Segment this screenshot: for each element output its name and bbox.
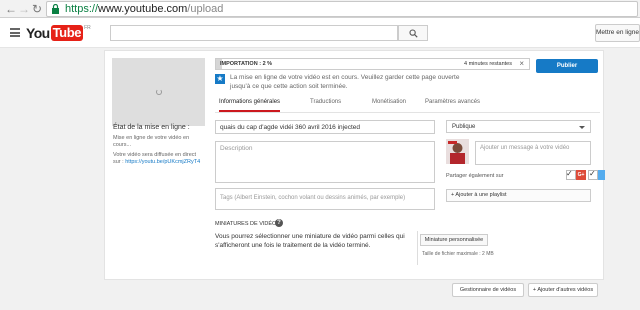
privacy-select[interactable]: Publique: [446, 120, 591, 133]
tab-translations[interactable]: Traductions: [310, 99, 341, 112]
help-icon[interactable]: ?: [275, 219, 283, 227]
search-input[interactable]: [110, 25, 398, 41]
thumbnails-text: Vous pourrez sélectionner une miniature …: [215, 233, 415, 250]
thumbnails-text-line: s'afficheront une fois le traitement de …: [215, 241, 371, 249]
title-input[interactable]: quais du cap d'agde vidéi 360 avril 2016…: [215, 120, 435, 134]
thumbnails-title: MINIATURES DE VIDÉO: [215, 221, 277, 227]
add-to-playlist-button[interactable]: + Ajouter à une playlist: [446, 189, 591, 202]
reload-icon[interactable]: ↻: [30, 2, 44, 16]
forward-arrow-icon[interactable]: →: [17, 2, 31, 16]
checkmark-icon: ✓: [566, 169, 573, 178]
tab-bar: Informations générales Traductions Monét…: [215, 97, 600, 113]
url-scheme: https://: [65, 3, 99, 15]
description-input[interactable]: Description: [215, 141, 435, 183]
divider: [417, 231, 418, 265]
share-label: Partager également sur: [446, 173, 504, 179]
video-link[interactable]: https://youtu.be/pUKcmjZRyT4: [125, 159, 200, 165]
upload-status-line: cours...: [113, 142, 132, 148]
share-message-input[interactable]: Ajouter un message à votre vidéo: [475, 141, 591, 165]
direct-status-prefix: sur :: [113, 159, 126, 165]
browser-toolbar: ← → ↻ https://www.youtube.com/upload: [0, 0, 640, 18]
youtube-header: You Tube FR Mettre en ligne: [0, 18, 640, 48]
upload-status-line: Mise en ligne de votre vidéo en: [113, 135, 190, 141]
youtube-logo[interactable]: You Tube FR: [26, 25, 91, 42]
upload-progress-bar: IMPORTATION : 2 % 4 minutes restantes ×: [215, 58, 530, 70]
tab-advanced-settings[interactable]: Paramètres avancés: [425, 99, 480, 112]
lock-icon: [52, 4, 59, 14]
channel-avatar: [446, 139, 469, 164]
direct-status-line: Votre vidéo sera diffusée en direct: [113, 152, 197, 158]
chevron-down-icon: [579, 126, 585, 129]
max-file-size: Taille de fichier maximale : 2 MB: [422, 251, 494, 257]
loading-spinner-icon: [156, 89, 162, 95]
upload-card: État de la mise en ligne : Mise en ligne…: [104, 50, 605, 280]
privacy-value: Publique: [452, 124, 476, 130]
upload-status-title: État de la mise en ligne :: [113, 124, 190, 131]
notice-line: jusqu'à ce que cette action soit terminé…: [230, 82, 348, 90]
logo-country: FR: [84, 25, 91, 31]
progress-label: IMPORTATION : 2 %: [220, 61, 273, 67]
upload-notice: La mise en ligne de votre vidéo est en c…: [230, 74, 480, 91]
search-button[interactable]: [398, 25, 428, 41]
twitter-icon[interactable]: [598, 170, 605, 180]
menu-icon[interactable]: [10, 28, 20, 37]
url-path: /upload: [187, 3, 224, 15]
video-manager-button[interactable]: Gestionnaire de vidéos: [452, 283, 524, 297]
logo-tube: Tube: [50, 25, 84, 41]
address-bar[interactable]: https://www.youtube.com/upload: [46, 1, 638, 17]
checkmark-icon: ✓: [589, 169, 596, 178]
tab-basic-info[interactable]: Informations générales: [219, 99, 281, 112]
tab-monetization[interactable]: Monétisation: [372, 99, 406, 112]
tags-input[interactable]: Tags (Albert Einstein, cochon volant ou …: [215, 188, 435, 210]
direct-status-line: sur : https://youtu.be/pUKcmjZRyT4: [113, 159, 200, 166]
notice-line: La mise en ligne de votre vidéo est en c…: [230, 74, 460, 81]
url-host: www.youtube.com: [98, 3, 188, 15]
star-icon: ★: [215, 74, 225, 84]
cancel-upload-icon[interactable]: ×: [519, 59, 524, 68]
thumbnails-text-line: Vous pourrez sélectionner une miniature …: [215, 233, 405, 240]
upload-header-button[interactable]: Mettre en ligne: [595, 24, 640, 42]
search-icon: [409, 29, 418, 38]
logo-you: You: [26, 25, 50, 41]
time-remaining: 4 minutes restantes: [464, 61, 512, 67]
back-arrow-icon[interactable]: ←: [4, 2, 18, 16]
google-plus-icon[interactable]: G+: [576, 170, 586, 180]
publish-button[interactable]: Publier: [536, 59, 598, 73]
add-more-videos-button[interactable]: + Ajouter d'autres vidéos: [528, 283, 598, 297]
custom-thumbnail-button[interactable]: Miniature personnalisée: [420, 234, 488, 246]
video-thumbnail: [112, 58, 205, 126]
